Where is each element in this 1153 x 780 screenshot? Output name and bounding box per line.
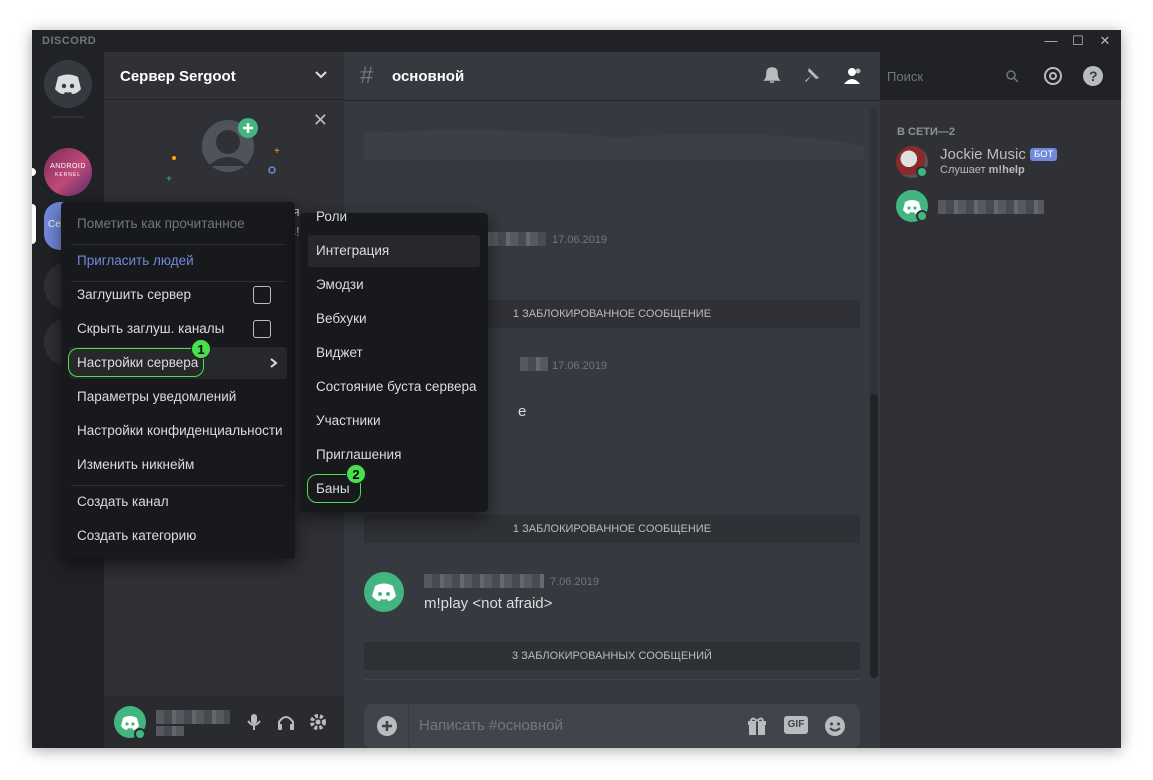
message-text: m!play <not afraid>: [424, 595, 553, 612]
message-timestamp: 17.06.2019: [552, 234, 608, 246]
hide-muted-channels-item[interactable]: Скрыть заглуш. каналы: [69, 313, 287, 345]
username-blurred: [520, 357, 548, 371]
online-status-dot: [916, 210, 928, 222]
online-status-dot: [916, 166, 928, 178]
step-badge-1: 1: [191, 339, 211, 359]
highlight-server-settings: [68, 348, 204, 377]
discord-logo-icon: [55, 74, 81, 94]
svg-text:+: +: [166, 174, 172, 185]
online-header: В СЕТИ—2: [897, 126, 956, 138]
discord-logo-icon: [372, 583, 396, 601]
welcome-banner-art: [364, 108, 864, 160]
mention-icon[interactable]: [1041, 64, 1065, 88]
mute-server-label: Заглушить сервер: [77, 287, 192, 302]
username-blurred: [156, 710, 230, 724]
submenu-item-webhooks[interactable]: Вебхуки: [308, 303, 480, 335]
message-placeholder: Написать #основной: [419, 717, 563, 734]
invite-people-item[interactable]: Пригласить людей: [69, 245, 287, 277]
server-android-kernel[interactable]: ANDROID KERNEL: [44, 148, 92, 196]
minimize-button[interactable]: —: [1040, 32, 1062, 50]
checkbox[interactable]: [253, 320, 271, 338]
member-name[interactable]: Jockie Music: [940, 146, 1026, 163]
create-category-item[interactable]: Создать категорию: [69, 520, 287, 552]
submenu-item-integrations[interactable]: Интеграция: [308, 235, 480, 267]
online-status-dot: [134, 728, 146, 740]
server-icon-text: ANDROID: [50, 163, 86, 170]
server-name: Сервер Sergoot: [120, 68, 236, 85]
server-context-menu: Пометить как прочитанное Пригласить люде…: [61, 202, 295, 559]
selected-pill: [32, 204, 36, 244]
hash-icon: #: [360, 62, 374, 89]
mark-as-read-item[interactable]: Пометить как прочитанное: [69, 208, 287, 240]
create-channel-item[interactable]: Создать канал: [69, 486, 287, 518]
close-icon[interactable]: ✕: [313, 110, 328, 131]
member-list: В СЕТИ—2 Jockie Music БОТ Слушает m!help: [880, 100, 1121, 748]
title-bar: DISCORD — ☐ ✕: [32, 30, 1121, 52]
step-badge-2: 2: [346, 464, 366, 484]
user-tag-blurred: [156, 726, 184, 736]
gift-icon[interactable]: [746, 715, 768, 737]
pin-icon[interactable]: [800, 64, 824, 88]
activity-command: m!help: [988, 164, 1025, 176]
member-name-blurred: [938, 200, 1044, 214]
blocked-messages-bar[interactable]: 1 ЗАБЛОКИРОВАННОЕ СООБЩЕНИЕ: [364, 515, 860, 543]
members-icon[interactable]: [840, 64, 864, 88]
submenu-item-boost-status[interactable]: Состояние буста сервера: [308, 371, 486, 403]
submenu-item-invites[interactable]: Приглашения: [308, 439, 480, 471]
unread-pill: [32, 168, 36, 176]
activity-prefix: Слушает: [940, 164, 989, 176]
headphones-icon[interactable]: [276, 712, 296, 732]
submenu-item-roles[interactable]: Роли: [308, 201, 480, 233]
guild-divider: [52, 116, 84, 118]
submenu-item-members[interactable]: Участники: [308, 405, 480, 437]
hide-muted-label: Скрыть заглуш. каналы: [77, 321, 225, 336]
welcome-illustration: + +: [166, 118, 280, 185]
change-nickname-item[interactable]: Изменить никнейм: [69, 449, 287, 481]
bot-badge: БОТ: [1030, 148, 1058, 161]
notification-settings-item[interactable]: Параметры уведомлений: [69, 381, 287, 413]
microphone-icon[interactable]: [244, 712, 264, 732]
privacy-settings-item[interactable]: Настройки конфиденциальности: [69, 415, 287, 447]
submenu-item-widget[interactable]: Виджет: [308, 337, 480, 369]
blocked-messages-bar[interactable]: 3 ЗАБЛОКИРОВАННЫХ СООБЩЕНИЙ: [364, 642, 860, 670]
message-timestamp: 7.06.2019: [550, 576, 599, 588]
emoji-icon[interactable]: [824, 715, 846, 737]
gear-icon[interactable]: [308, 712, 328, 732]
message-text: e: [518, 403, 527, 420]
svg-text:+: +: [274, 146, 280, 157]
gif-button[interactable]: GIF: [784, 716, 808, 734]
user-panel: [104, 696, 344, 748]
channel-name: основной: [392, 68, 465, 85]
header-divider: [344, 100, 880, 101]
member-activity: Слушает m!help: [940, 164, 1025, 176]
add-attachment-icon[interactable]: [376, 715, 398, 737]
chevron-right-icon: [270, 358, 278, 368]
server-header[interactable]: Сервер Sergoot: [104, 52, 344, 100]
mute-server-item[interactable]: Заглушить сервер: [69, 279, 287, 311]
home-button[interactable]: [44, 60, 92, 108]
help-icon[interactable]: ?: [1081, 64, 1105, 88]
avatar[interactable]: [364, 572, 404, 612]
server-icon-subtext: KERNEL: [54, 172, 81, 178]
discord-brand: DISCORD: [42, 35, 97, 47]
bell-icon[interactable]: [760, 64, 784, 88]
maximize-button[interactable]: ☐: [1067, 32, 1089, 50]
discord-window: DISCORD — ☐ ✕ ANDROID KERNEL Серв Сервер…: [32, 30, 1121, 748]
scrollbar-thumb[interactable]: [870, 394, 878, 678]
message-timestamp: 17.06.2019: [552, 360, 608, 372]
username-blurred: [424, 574, 544, 588]
search-icon: [1006, 70, 1019, 83]
chevron-down-icon: [315, 71, 327, 79]
search-input[interactable]: Поиск: [881, 64, 1025, 88]
svg-text:?: ?: [1089, 68, 1098, 84]
message-input[interactable]: Написать #основной GIF: [364, 704, 860, 748]
search-placeholder: Поиск: [887, 69, 924, 84]
divider: [364, 679, 860, 680]
checkbox[interactable]: [253, 286, 271, 304]
server-settings-submenu: Роли Интеграция Эмодзи Вебхуки Виджет Со…: [300, 209, 488, 512]
submenu-item-emoji[interactable]: Эмодзи: [308, 269, 480, 301]
composer-divider: [408, 704, 409, 748]
channel-header: # основной Поиск ?: [344, 52, 1121, 100]
close-window-button[interactable]: ✕: [1094, 32, 1116, 50]
